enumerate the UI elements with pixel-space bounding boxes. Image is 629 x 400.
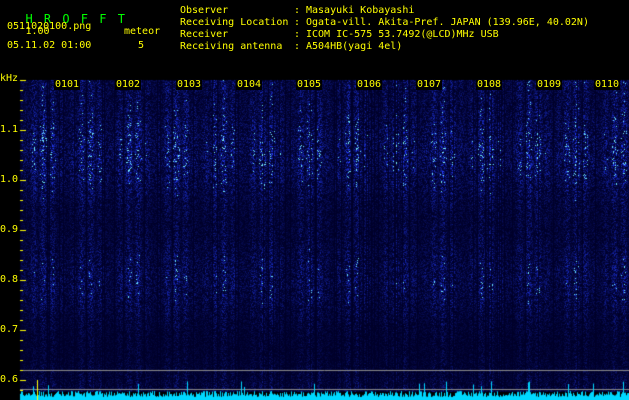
info-receiver-value: ICOM IC-575 53.7492(@LCD)MHz USB <box>306 29 499 40</box>
info-location-value: Ogata-vill. Akita-Pref. JAPAN (139.96E, … <box>306 17 589 28</box>
file-name: 0511020100.png <box>7 21 92 32</box>
time-label: 0109 <box>536 79 563 90</box>
time-label: 0101 <box>54 79 81 90</box>
info-antenna-label: Receiving antenna <box>180 41 283 52</box>
info-observer-value: Masayuki Kobayashi <box>306 5 415 16</box>
info-observer-label: Observer <box>180 5 229 16</box>
info-location-sep: : <box>294 17 301 28</box>
meteor-count: 5 <box>138 40 145 51</box>
info-antenna-sep: : <box>294 41 301 52</box>
time-label: 0110 <box>594 79 621 90</box>
time-label: 0105 <box>296 79 323 90</box>
info-antenna-value: A504HB(yagi 4el) <box>306 41 403 52</box>
time-label: 0107 <box>416 79 443 90</box>
y-tick-label: 0.6 <box>0 374 19 385</box>
y-tick-label: 1.1 <box>0 124 19 135</box>
y-tick-label: 0.8 <box>0 274 19 285</box>
y-tick-label: 0.7 <box>0 324 19 335</box>
info-observer-sep: : <box>294 5 301 16</box>
info-receiver-sep: : <box>294 29 301 40</box>
info-location-label: Receiving Location <box>180 17 289 28</box>
y-tick-label: 0.9 <box>0 224 19 235</box>
spectrogram-canvas <box>0 0 629 400</box>
info-receiver-label: Receiver <box>180 29 229 40</box>
time-label: 0104 <box>236 79 263 90</box>
meteor-label: meteor <box>124 26 161 37</box>
time-label: 0106 <box>356 79 383 90</box>
y-axis-unit: kHz <box>0 73 19 84</box>
time-label: 0102 <box>115 79 142 90</box>
time-label: 0108 <box>476 79 503 90</box>
time-label: 0103 <box>176 79 203 90</box>
y-tick-label: 1.0 <box>0 174 19 185</box>
file-datetime: 05.11.02 01:00 <box>7 40 92 51</box>
